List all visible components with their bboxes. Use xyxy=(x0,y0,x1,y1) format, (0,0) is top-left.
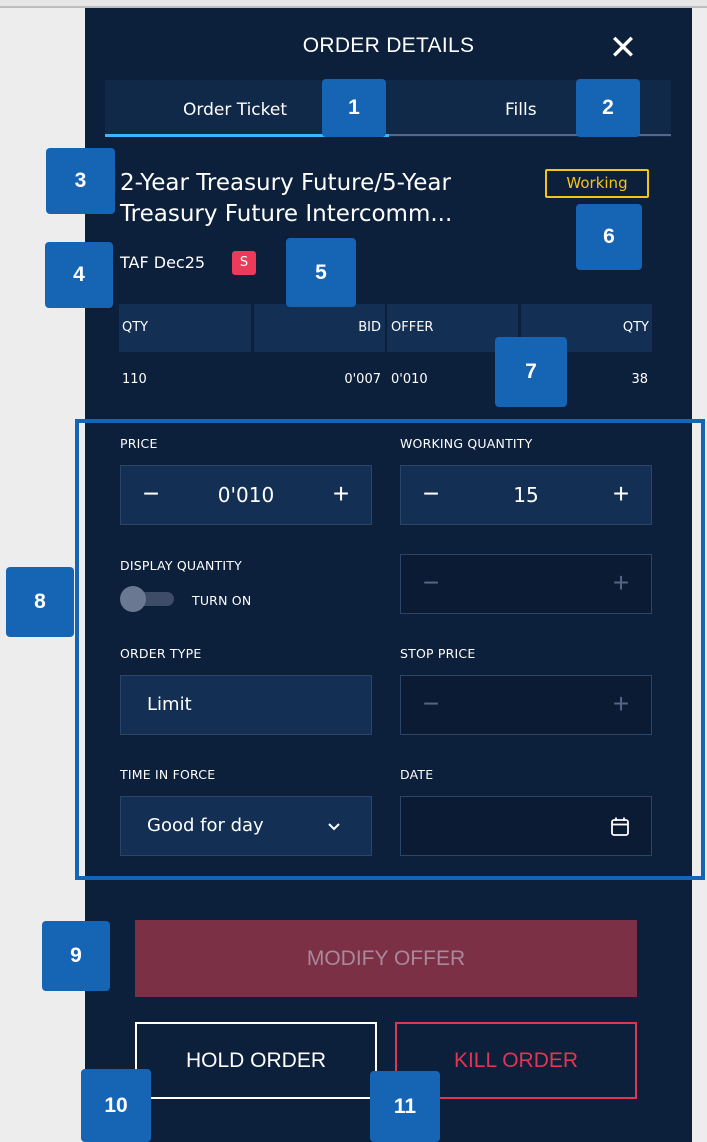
tab-fills[interactable]: Fills xyxy=(505,80,557,137)
instrument-name-line2: Treasury Future Intercomm... xyxy=(120,201,453,227)
quote-header-bid-qty: QTY xyxy=(119,304,251,352)
form-highlight-outline xyxy=(75,419,705,880)
callout-3: 3 xyxy=(46,148,115,214)
modify-offer-button[interactable]: MODIFY OFFER xyxy=(135,920,637,997)
status-badge: Working xyxy=(545,169,649,198)
panel-title: ORDER DETAILS xyxy=(302,34,475,57)
callout-5: 5 xyxy=(286,238,356,307)
tab-order-ticket[interactable]: Order Ticket xyxy=(183,80,303,137)
hold-order-button[interactable]: HOLD ORDER xyxy=(135,1022,377,1099)
side-badge: S xyxy=(232,251,256,275)
callout-7: 7 xyxy=(495,337,567,407)
close-icon[interactable]: ✕ xyxy=(604,30,642,68)
callout-1: 1 xyxy=(322,79,386,137)
callout-2: 2 xyxy=(576,79,640,137)
callout-11: 11 xyxy=(370,1071,440,1142)
callout-4: 4 xyxy=(45,242,113,308)
callout-8: 8 xyxy=(6,567,74,637)
callout-9: 9 xyxy=(42,921,110,991)
callout-10: 10 xyxy=(81,1069,151,1142)
quote-header-bid: BID xyxy=(254,304,385,352)
quote-bid: 0'007 xyxy=(344,372,381,387)
quote-offer: 0'010 xyxy=(391,372,428,387)
quote-offer-qty: 38 xyxy=(631,372,648,387)
instrument-name: 2-Year Treasury Future/5-Year Treasury F… xyxy=(120,168,540,230)
instrument-symbol: TAF Dec25 xyxy=(120,253,206,272)
quote-bid-qty: 110 xyxy=(122,372,147,387)
callout-6: 6 xyxy=(576,204,642,270)
instrument-name-line1: 2-Year Treasury Future/5-Year xyxy=(120,170,451,196)
